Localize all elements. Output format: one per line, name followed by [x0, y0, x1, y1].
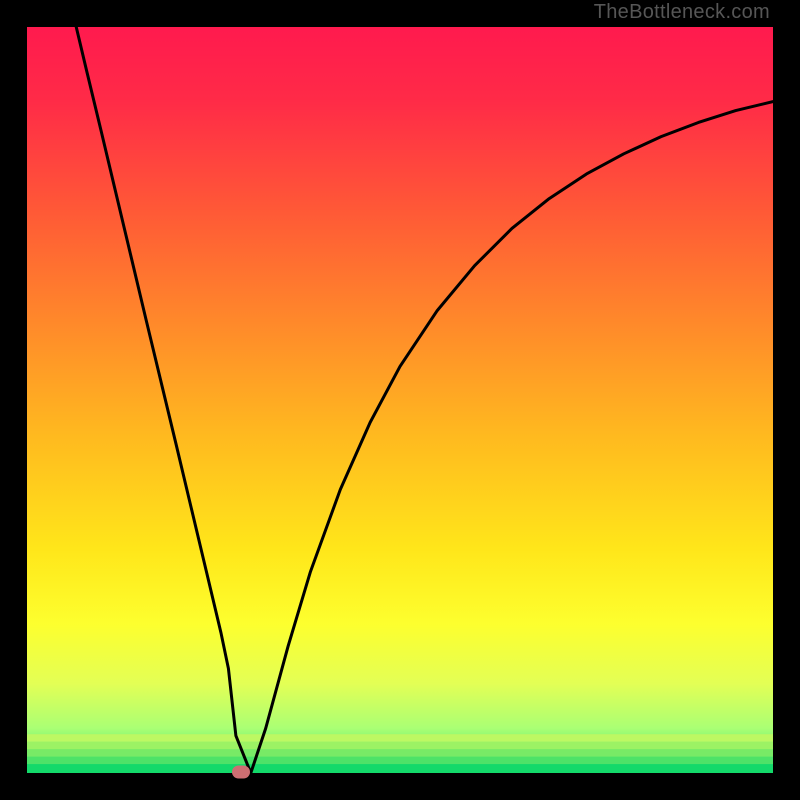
gradient-background	[27, 27, 773, 773]
chart-frame	[27, 27, 773, 773]
green-band	[27, 764, 773, 773]
optimal-point-marker	[232, 765, 250, 778]
green-band	[27, 749, 773, 756]
plot-area	[27, 27, 773, 773]
green-band	[27, 757, 773, 764]
green-band	[27, 742, 773, 749]
green-band	[27, 734, 773, 741]
watermark-text: TheBottleneck.com	[594, 1, 770, 24]
v-curve-svg	[27, 27, 773, 773]
